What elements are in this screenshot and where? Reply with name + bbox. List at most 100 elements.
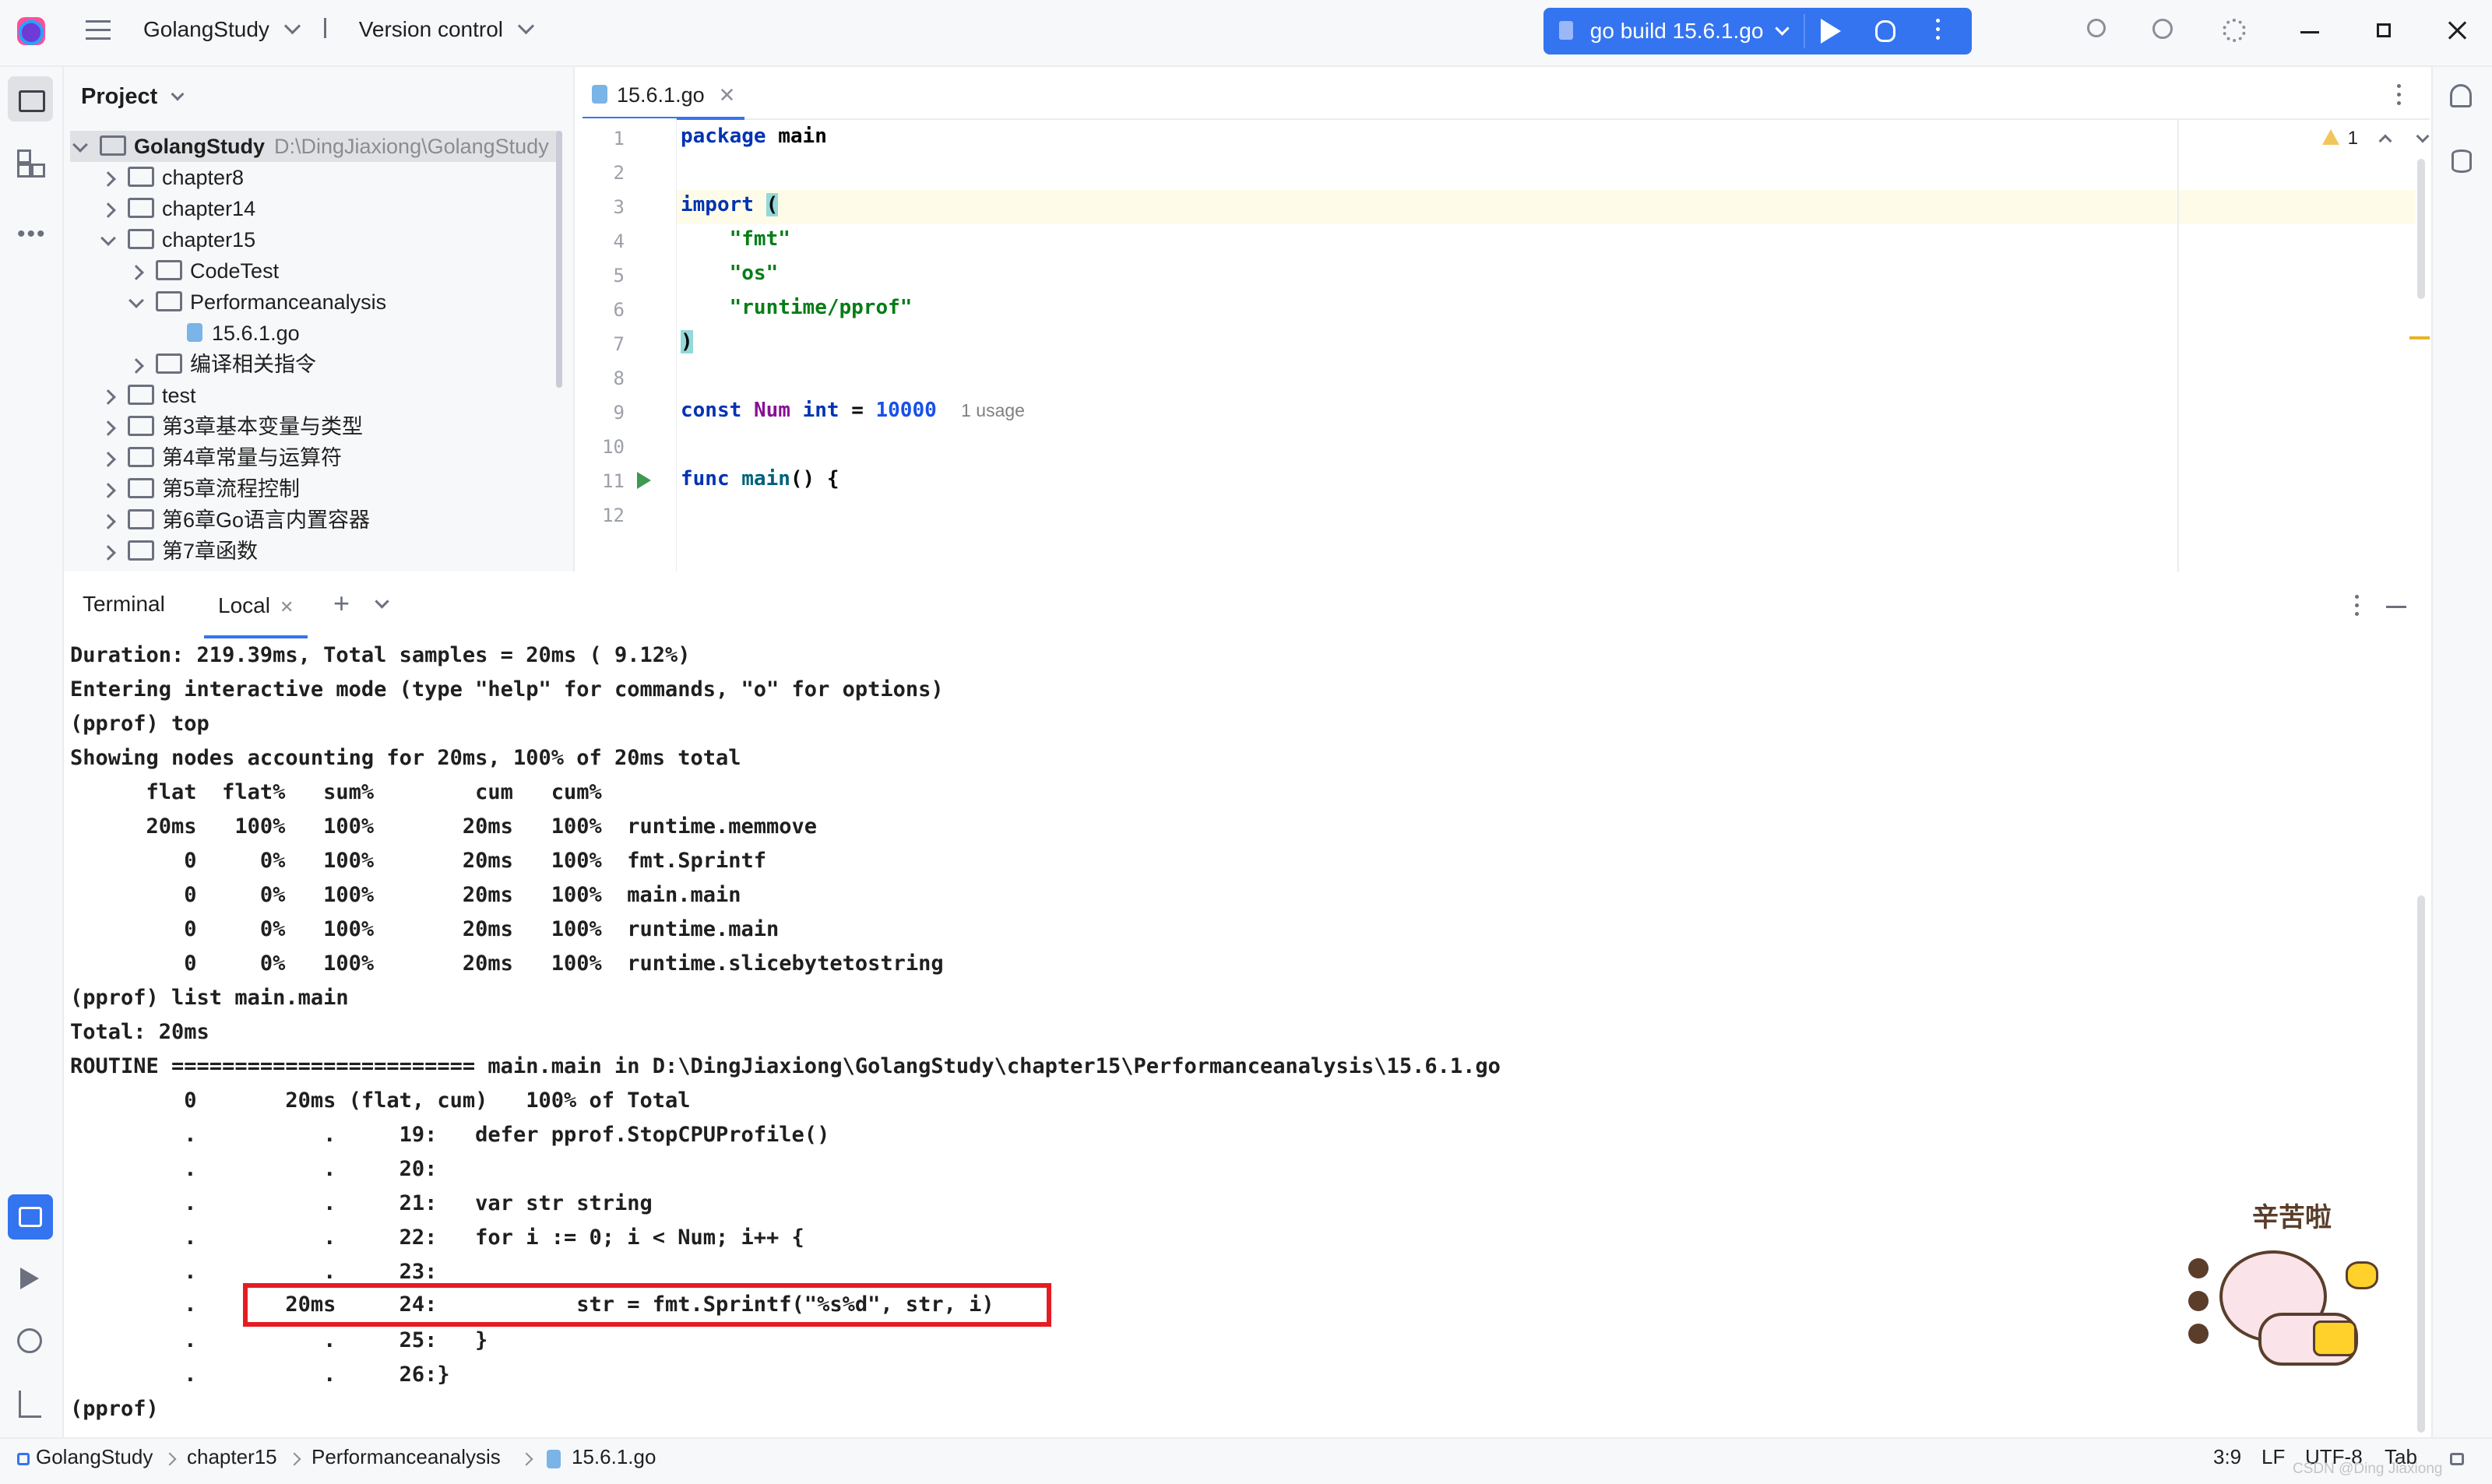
- tree-item-15-6-1-go[interactable]: 15.6.1.go: [187, 318, 300, 349]
- run-tool-icon[interactable]: [20, 1268, 39, 1289]
- settings-gear-icon[interactable]: [2223, 19, 2246, 42]
- problems-icon[interactable]: [17, 1328, 42, 1353]
- tree-item-chapter7[interactable]: 第7章函数: [100, 536, 258, 567]
- more-actions-icon[interactable]: [1936, 19, 1941, 44]
- chevron-up-icon[interactable]: [2378, 134, 2392, 148]
- tree-item-performanceanalysis[interactable]: Performanceanalysis: [128, 287, 386, 318]
- caret-position[interactable]: 3:9: [2213, 1445, 2241, 1469]
- project-switcher[interactable]: GolangStudy: [143, 17, 301, 42]
- editor-tab-active[interactable]: 15.6.1.go ✕: [583, 73, 745, 120]
- notifications-bell-icon[interactable]: [2450, 84, 2472, 107]
- close-tab-icon[interactable]: ✕: [719, 83, 736, 107]
- project-name: GolangStudy: [143, 17, 269, 41]
- code-line-1[interactable]: package main: [681, 125, 827, 148]
- run-config-selector[interactable]: go build 15.6.1.go: [1559, 8, 1790, 55]
- project-scrollbar[interactable]: [556, 131, 562, 388]
- tree-item-chapter14[interactable]: chapter14: [100, 193, 255, 224]
- search-icon[interactable]: [2152, 19, 2173, 39]
- warning-triangle-icon: [2322, 128, 2339, 145]
- tree-item-chapter8[interactable]: chapter8: [100, 162, 244, 193]
- main-menu-icon[interactable]: [86, 20, 111, 42]
- code-token: Num: [753, 399, 790, 422]
- code-line-3[interactable]: import (: [681, 193, 779, 216]
- terminal-line: . . 20:: [70, 1157, 438, 1181]
- breadcrumb-golangstudy[interactable]: GolangStudy: [36, 1445, 153, 1469]
- terminal-line: (pprof) list main.main: [70, 986, 349, 1010]
- app-logo-icon[interactable]: [17, 17, 45, 45]
- project-tool-button[interactable]: [8, 76, 53, 121]
- vcs-switcher[interactable]: Version control: [324, 17, 534, 42]
- line-number: 9: [613, 402, 625, 424]
- vcs-label: Version control: [358, 17, 503, 41]
- line-number: 12: [602, 505, 625, 526]
- structure-icon[interactable]: [17, 149, 45, 178]
- breadcrumb-chapter15[interactable]: chapter15: [187, 1445, 277, 1469]
- code-line-9[interactable]: const Num int = 10000 1 usage: [681, 399, 1025, 422]
- chevron-right-icon: [100, 202, 116, 218]
- go-file-icon: [187, 322, 202, 342]
- minimize-button[interactable]: [2300, 31, 2319, 33]
- database-icon[interactable]: [2452, 149, 2472, 173]
- new-tab-plus-icon[interactable]: +: [333, 589, 350, 617]
- editor-more-icon[interactable]: [2397, 84, 2402, 107]
- chevron-down-icon: [171, 87, 185, 101]
- tree-item-chapter3[interactable]: 第3章基本变量与类型: [100, 411, 363, 442]
- git-icon[interactable]: [19, 1391, 41, 1418]
- tree-item-codetest[interactable]: CodeTest: [128, 255, 280, 287]
- more-tools-icon[interactable]: •••: [17, 221, 47, 248]
- debug-button[interactable]: [1875, 20, 1895, 42]
- terminal-tab-local[interactable]: Local ✕: [204, 584, 308, 638]
- code-line-6[interactable]: "runtime/pprof": [681, 296, 913, 319]
- run-gutter-icon[interactable]: [637, 472, 651, 489]
- usage-hint[interactable]: 1 usage: [961, 400, 1025, 420]
- tree-item-compile-commands[interactable]: 编译相关指令: [128, 349, 316, 380]
- restore-button[interactable]: [2377, 23, 2391, 37]
- terminal-scrollbar[interactable]: [2417, 895, 2425, 1433]
- tree-item-chapter6[interactable]: 第6章Go语言内置容器: [100, 505, 370, 536]
- folder-icon: [100, 135, 126, 156]
- hide-panel-icon[interactable]: [2386, 606, 2406, 608]
- inspection-widget[interactable]: 1: [2322, 128, 2430, 149]
- breadcrumb-performanceanalysis[interactable]: Performanceanalysis: [312, 1445, 501, 1469]
- warning-count: 1: [2347, 128, 2359, 149]
- lock-icon[interactable]: [2450, 1453, 2464, 1465]
- breadcrumb-file[interactable]: 15.6.1.go: [572, 1445, 656, 1469]
- sticker-shorts: [2313, 1320, 2356, 1356]
- close-tab-icon[interactable]: ✕: [280, 597, 294, 617]
- branch-icon: [324, 17, 342, 38]
- tree-item-chapter4[interactable]: 第4章常量与运算符: [100, 442, 342, 473]
- tree-item-chapter5[interactable]: 第5章流程控制: [100, 473, 300, 505]
- tree-item-label: GolangStudy: [134, 135, 265, 158]
- run-button[interactable]: [1821, 19, 1841, 44]
- tree-item-chapter15[interactable]: chapter15: [100, 224, 255, 255]
- code-line-7[interactable]: ): [681, 330, 693, 353]
- terminal-line: 0 0% 100% 20ms 100% fmt.Sprintf: [70, 849, 767, 873]
- sticker-dot: [2188, 1291, 2209, 1311]
- editor-tab-label: 15.6.1.go: [617, 83, 705, 107]
- chevron-right-icon: [100, 171, 116, 187]
- chevron-down-icon[interactable]: [2416, 129, 2430, 143]
- code-line-5[interactable]: "os": [681, 262, 779, 285]
- chevron-down-icon: [128, 292, 144, 308]
- chevron-right-icon: [128, 357, 144, 374]
- terminal-options-icon[interactable]: [2355, 595, 2360, 618]
- folder-icon: [128, 446, 154, 467]
- run-config-label: go build 15.6.1.go: [1589, 19, 1764, 43]
- add-user-icon[interactable]: [2087, 19, 2106, 37]
- project-panel-title[interactable]: Project: [81, 84, 185, 110]
- warning-marker: [2409, 336, 2430, 339]
- close-button[interactable]: [2447, 19, 2469, 40]
- line-separator[interactable]: LF: [2261, 1445, 2285, 1469]
- right-tool-strip: [2431, 67, 2492, 1437]
- editor-scrollbar[interactable]: [2417, 159, 2425, 299]
- code-line-4[interactable]: "fmt": [681, 227, 790, 251]
- terminal-tool-button[interactable]: [8, 1194, 53, 1240]
- tree-item-test[interactable]: test: [100, 380, 196, 411]
- terminal-line: 0 0% 100% 20ms 100% runtime.slicebytetos…: [70, 951, 944, 976]
- terminal-prompt[interactable]: (pprof): [70, 1392, 159, 1426]
- line-number: 3: [613, 196, 625, 218]
- code-line-11[interactable]: func main() {: [681, 467, 839, 491]
- folder-icon: [156, 353, 182, 374]
- tree-item-label: CodeTest: [190, 259, 280, 283]
- tree-item-golangstudy[interactable]: GolangStudy D:\DingJiaxiong\GolangStudy: [72, 131, 549, 162]
